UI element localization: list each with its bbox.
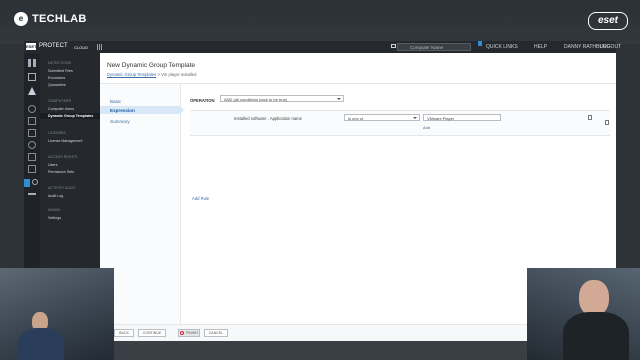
quick-links-link[interactable]: QUICK LINKS [486, 44, 518, 50]
step-basic-label: Basic [110, 98, 122, 104]
detections-icon[interactable] [28, 87, 36, 95]
product-suffix: CLOUD [74, 45, 89, 50]
step-expression-label: Expression [110, 107, 135, 113]
step-summary-label: Summary [110, 118, 130, 124]
reports-icon[interactable] [28, 105, 36, 113]
techlab-logo-icon: e [14, 12, 28, 26]
sidebar-item-users[interactable]: Users [48, 163, 57, 167]
sidebar-item-license-management[interactable]: License Management [48, 139, 82, 143]
rule-value-text: VMware Player [427, 116, 455, 121]
notifications-icon[interactable] [28, 153, 36, 161]
search-placeholder: Computer Name [410, 45, 444, 50]
top-bar: ESET PROTECT CLOUD Computer Name QUICK L… [24, 41, 621, 53]
rule-operator-select[interactable]: is one of [344, 114, 420, 121]
more-icon[interactable] [24, 179, 30, 187]
presenter-head [579, 280, 609, 316]
breadcrumb-current: Vm player installed [161, 72, 197, 77]
monitor-icon[interactable] [391, 44, 396, 48]
status-icon[interactable] [28, 165, 36, 173]
tasks-icon[interactable] [28, 117, 36, 125]
computers-icon[interactable] [28, 73, 36, 81]
techlab-logo: e TECHLAB [14, 12, 87, 26]
operation-select[interactable]: AND (all conditions have to be true) [220, 95, 344, 102]
presenter-camera-left [0, 268, 114, 360]
apps-grid-icon[interactable] [97, 44, 103, 50]
chevron-down-icon [413, 117, 417, 119]
help-link[interactable]: HELP [534, 44, 547, 50]
section-admin: ADMIN [48, 208, 60, 212]
rule-field-label: Installed software . Application name [234, 116, 302, 121]
breadcrumb-link[interactable]: Dynamic Group Templates [107, 72, 156, 77]
rule-row: Installed software . Application name is… [190, 110, 610, 136]
section-licenses: LICENSES [48, 131, 66, 135]
chevron-down-icon [337, 98, 341, 100]
computer-search-input[interactable]: Computer Name [397, 43, 471, 51]
presenter-body [563, 312, 629, 360]
delete-rule-icon[interactable] [605, 120, 609, 125]
step-basic[interactable]: Basic [100, 97, 180, 105]
rule-operator-value: is one of [348, 116, 364, 121]
section-access-rights: ACCESS RIGHTS [48, 155, 78, 159]
sidebar-item-audit-log[interactable]: Audit Log [48, 194, 63, 198]
sidebar-item-dynamic-group-templates[interactable]: Dynamic Group Templates [48, 114, 93, 118]
add-value-link[interactable]: Add [423, 125, 430, 130]
finish-button[interactable]: FINISH [178, 329, 200, 337]
sidebar-item-submitted-files[interactable]: Submitted Files [48, 69, 73, 73]
policies-icon[interactable] [28, 141, 36, 149]
delete-value-icon[interactable] [588, 115, 592, 120]
section-activity-audit: ACTIVITY AUDIT [48, 186, 76, 190]
step-summary[interactable]: Summary [100, 117, 180, 125]
breadcrumb-separator: > [157, 72, 160, 77]
notification-tag [478, 41, 482, 46]
back-button[interactable]: BACK [114, 329, 134, 337]
section-detections: DETECTIONS [48, 61, 72, 65]
add-rule-link[interactable]: Add Rule [192, 196, 209, 201]
presenter-body [18, 328, 64, 360]
product-name: PROTECT [39, 43, 68, 49]
sidebar-item-permission-sets[interactable]: Permission Sets [48, 170, 74, 174]
techlab-brand-text: TECHLAB [32, 13, 87, 25]
not-allowed-icon [180, 331, 185, 336]
step-expression[interactable]: Expression [100, 106, 184, 114]
logout-link[interactable]: LOGOUT [600, 44, 621, 50]
operation-label: OPERATION [190, 98, 215, 103]
sidebar-item-computer-users[interactable]: Computer Users [48, 107, 74, 111]
section-computers: COMPUTERS [48, 99, 71, 103]
sidebar-item-quarantine[interactable]: Quarantine [48, 83, 66, 87]
collapse-icon[interactable] [28, 193, 36, 195]
sidebar-item-exclusions[interactable]: Exclusions [48, 76, 65, 80]
dashboard-icon[interactable] [28, 59, 36, 67]
operation-select-value: AND (all conditions have to be true) [224, 97, 288, 102]
cancel-button[interactable]: CANCEL [204, 329, 228, 337]
continue-button[interactable]: CONTINUE [138, 329, 166, 337]
rule-value-input[interactable]: VMware Player [423, 114, 501, 121]
page-title: New Dynamic Group Template [107, 62, 196, 69]
settings-icon[interactable] [32, 179, 38, 185]
breadcrumb: Dynamic Group Templates > Vm player inst… [107, 72, 196, 77]
active-step-arrow [180, 106, 184, 114]
presenter-camera-right [527, 268, 640, 360]
sidebar-item-settings[interactable]: Settings [48, 216, 61, 220]
eset-logo: eset [588, 12, 628, 30]
installers-icon[interactable] [28, 129, 36, 137]
studio-header [0, 0, 640, 44]
eset-logo-chip: ESET [26, 43, 37, 50]
finish-button-label: FINISH [186, 331, 198, 335]
